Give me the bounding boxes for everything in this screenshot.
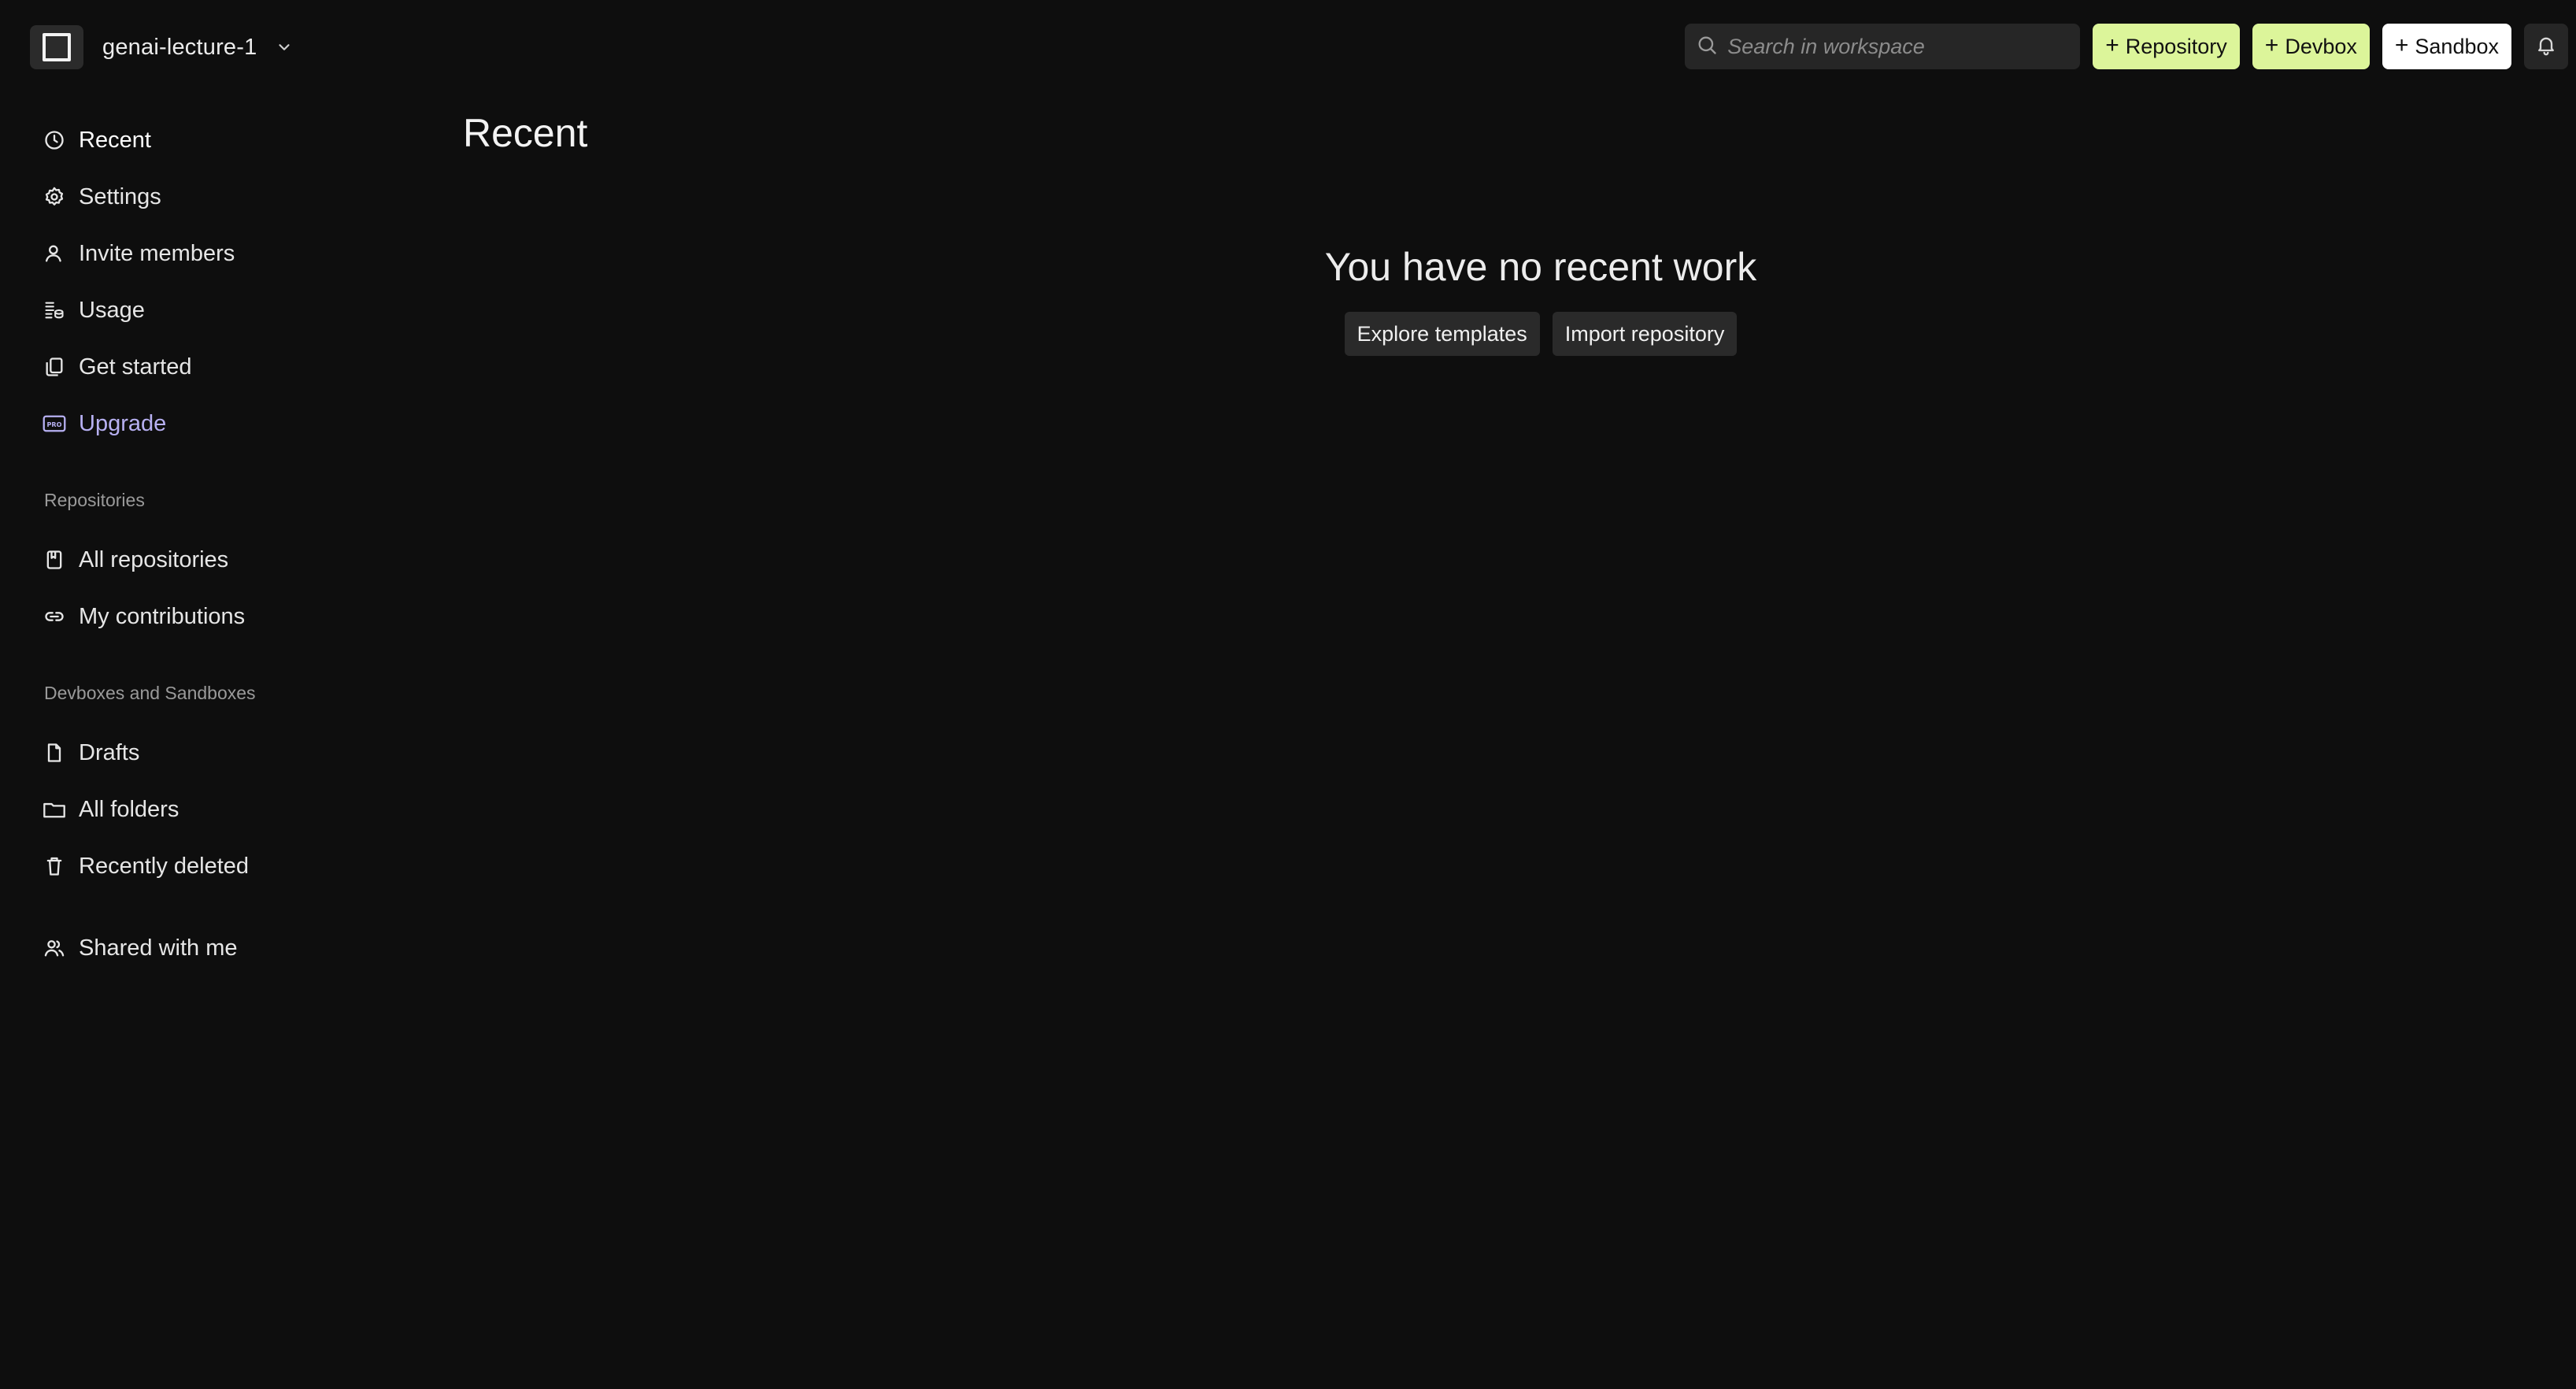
- sidebar-item-invite-members[interactable]: Invite members: [43, 232, 235, 276]
- plus-icon: +: [2105, 32, 2119, 58]
- app-window: genai-lecture-1 + Repository + Devbox + …: [0, 0, 2576, 1389]
- sidebar-item-usage[interactable]: Usage: [43, 288, 145, 332]
- search-input[interactable]: [1726, 33, 2070, 60]
- section-heading-devboxes: Devboxes and Sandboxes: [44, 683, 256, 703]
- sidebar-item-all-repositories[interactable]: All repositories: [43, 538, 228, 582]
- folder-icon: [43, 798, 66, 821]
- sidebar-item-recently-deleted[interactable]: Recently deleted: [43, 844, 249, 888]
- topbar-actions: + Repository + Devbox + Sandbox: [1685, 24, 2568, 69]
- empty-state-message: You have no recent work: [1324, 245, 1757, 289]
- sidebar-item-label: All folders: [79, 796, 180, 822]
- svg-text:PRO: PRO: [47, 421, 62, 428]
- pro-badge-icon: PRO: [43, 412, 66, 435]
- sidebar-item-label: Get started: [79, 354, 192, 380]
- gear-icon: [43, 185, 66, 209]
- copy-icon: [43, 355, 66, 379]
- import-repository-button[interactable]: Import repository: [1552, 312, 1738, 356]
- user-icon: [43, 242, 66, 265]
- sidebar-item-label: Settings: [79, 183, 161, 209]
- sidebar-item-label: Recent: [79, 127, 151, 153]
- notifications-button[interactable]: [2524, 24, 2568, 69]
- users-icon: [43, 936, 66, 960]
- section-heading-repositories: Repositories: [44, 490, 145, 510]
- sidebar-item-shared-with-me[interactable]: Shared with me: [43, 926, 238, 970]
- sidebar-item-my-contributions[interactable]: My contributions: [43, 594, 245, 639]
- explore-templates-button[interactable]: Explore templates: [1344, 312, 1540, 356]
- sidebar-item-all-folders[interactable]: All folders: [43, 787, 179, 832]
- page-title: Recent: [463, 111, 588, 155]
- sidebar-item-label: Invite members: [79, 240, 235, 266]
- new-repository-label: Repository: [2125, 34, 2227, 58]
- sidebar-item-label: All repositories: [79, 546, 229, 572]
- sidebar-item-get-started[interactable]: Get started: [43, 345, 191, 389]
- sidebar-item-upgrade[interactable]: PRO Upgrade: [43, 402, 166, 446]
- sidebar-item-recent[interactable]: Recent: [43, 118, 151, 162]
- search-icon: [1696, 34, 1718, 60]
- new-repository-button[interactable]: + Repository: [2093, 24, 2240, 69]
- sidebar-item-label: Upgrade: [79, 410, 167, 436]
- workspace-switcher[interactable]: genai-lecture-1: [30, 25, 293, 69]
- coins-icon: [43, 298, 66, 322]
- new-devbox-label: Devbox: [2285, 34, 2357, 58]
- sidebar-item-label: Shared with me: [79, 935, 238, 961]
- sidebar-item-label: My contributions: [79, 603, 246, 629]
- sidebar-item-drafts[interactable]: Drafts: [43, 731, 139, 775]
- sidebar-item-settings[interactable]: Settings: [43, 175, 161, 219]
- sidebar-item-label: Recently deleted: [79, 853, 250, 879]
- trash-icon: [43, 854, 66, 878]
- sidebar-item-label: Drafts: [79, 739, 140, 765]
- sidebar-item-label: Usage: [79, 297, 145, 323]
- plus-icon: +: [2394, 32, 2409, 58]
- plus-icon: +: [2264, 32, 2279, 58]
- empty-state-actions: Explore templates Import repository: [898, 312, 2184, 356]
- link-icon: [43, 605, 66, 628]
- clock-icon: [43, 128, 66, 152]
- square-logo-icon: [30, 25, 83, 69]
- book-icon: [43, 548, 66, 572]
- bell-icon: [2535, 34, 2557, 60]
- workspace-name: genai-lecture-1: [102, 34, 257, 60]
- new-sandbox-label: Sandbox: [2415, 34, 2499, 58]
- empty-state: You have no recent work Explore template…: [898, 244, 2184, 356]
- file-icon: [43, 741, 66, 765]
- chevron-down-icon: [276, 39, 293, 56]
- new-devbox-button[interactable]: + Devbox: [2252, 24, 2370, 69]
- search-box[interactable]: [1685, 24, 2081, 69]
- new-sandbox-button[interactable]: + Sandbox: [2382, 24, 2511, 69]
